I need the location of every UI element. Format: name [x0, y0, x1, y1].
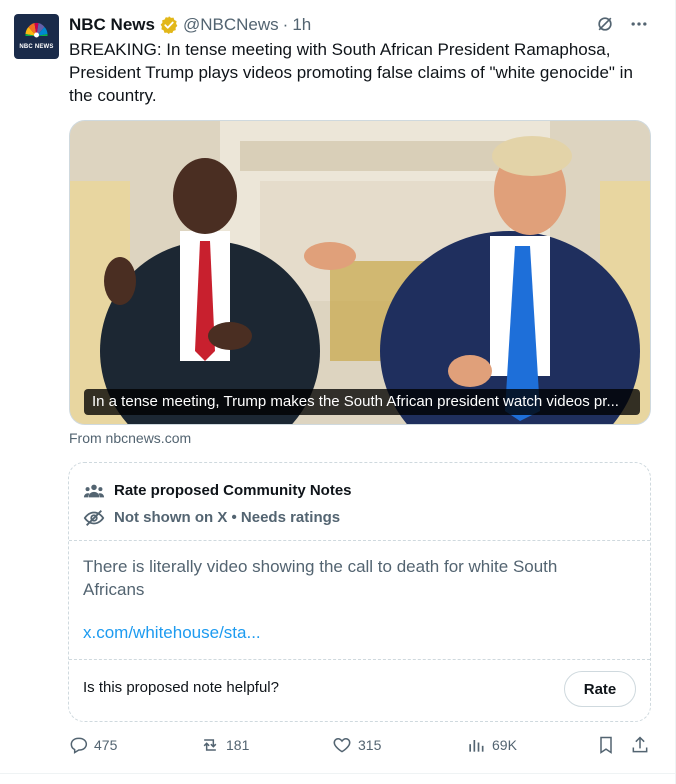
tweet-time[interactable]: 1h	[292, 15, 311, 35]
like-button[interactable]: 315	[332, 735, 381, 755]
bookmark-button[interactable]	[596, 735, 622, 755]
helpful-question: Is this proposed note helpful?	[83, 679, 279, 696]
analytics-icon	[466, 735, 486, 755]
avatar-label: NBC NEWS	[19, 44, 54, 50]
notes-divider-top	[69, 540, 650, 541]
reply-icon	[68, 735, 88, 755]
grok-icon[interactable]	[595, 14, 615, 34]
community-notes-header: Rate proposed Community Notes Not shown …	[83, 477, 636, 531]
author-handle[interactable]: @NBCNews	[183, 15, 279, 35]
community-notes-status: Not shown on X • Needs ratings	[114, 509, 341, 526]
note-text: There is literally video showing the cal…	[83, 557, 558, 599]
eye-off-icon	[83, 507, 105, 529]
separator-dot: ·	[282, 15, 289, 34]
community-notes-title-row[interactable]: Rate proposed Community Notes	[83, 477, 636, 504]
reply-button[interactable]: 475	[68, 735, 117, 755]
tweet-bottom-border	[0, 773, 675, 774]
rate-button[interactable]: Rate	[564, 671, 636, 707]
repost-count: 181	[226, 737, 250, 753]
media-caption: In a tense meeting, Trump makes the Sout…	[84, 389, 640, 415]
repost-button[interactable]: 181	[200, 735, 249, 755]
tweet-actions-bar: 475 181 315 69K	[68, 735, 651, 759]
views-button[interactable]: 69K	[466, 735, 517, 755]
tweet-top-actions	[595, 14, 649, 34]
tweet-header: NBC News @NBCNews · 1h	[69, 14, 311, 36]
tweet-text: BREAKING: In tense meeting with South Af…	[69, 40, 633, 105]
share-icon	[630, 735, 650, 755]
heart-icon	[332, 735, 352, 755]
verified-badge-icon[interactable]	[159, 15, 179, 35]
repost-icon	[200, 735, 220, 755]
reply-count: 475	[94, 737, 118, 753]
link-source[interactable]: From nbcnews.com	[69, 430, 191, 446]
note-link[interactable]: x.com/whitehouse/sta...	[83, 623, 261, 643]
like-count: 315	[358, 737, 382, 753]
tweet[interactable]: NBC NEWS NBC News @NBCNews · 1h BREAKING…	[0, 0, 676, 784]
community-notes-card: Rate proposed Community Notes Not shown …	[68, 462, 651, 722]
bookmark-icon	[596, 735, 616, 755]
people-icon	[83, 480, 105, 502]
community-notes-title: Rate proposed Community Notes	[114, 482, 352, 499]
notes-divider-bottom	[69, 659, 650, 660]
nbc-peacock-logo	[25, 22, 48, 38]
community-notes-status-row: Not shown on X • Needs ratings	[83, 504, 636, 531]
author-name[interactable]: NBC News	[69, 15, 155, 35]
share-button[interactable]	[630, 735, 656, 755]
more-icon[interactable]	[629, 14, 649, 34]
meeting-photo	[70, 121, 650, 424]
views-count: 69K	[492, 737, 517, 753]
tweet-media-card[interactable]: In a tense meeting, Trump makes the Sout…	[69, 120, 651, 425]
avatar[interactable]: NBC NEWS	[14, 14, 59, 59]
